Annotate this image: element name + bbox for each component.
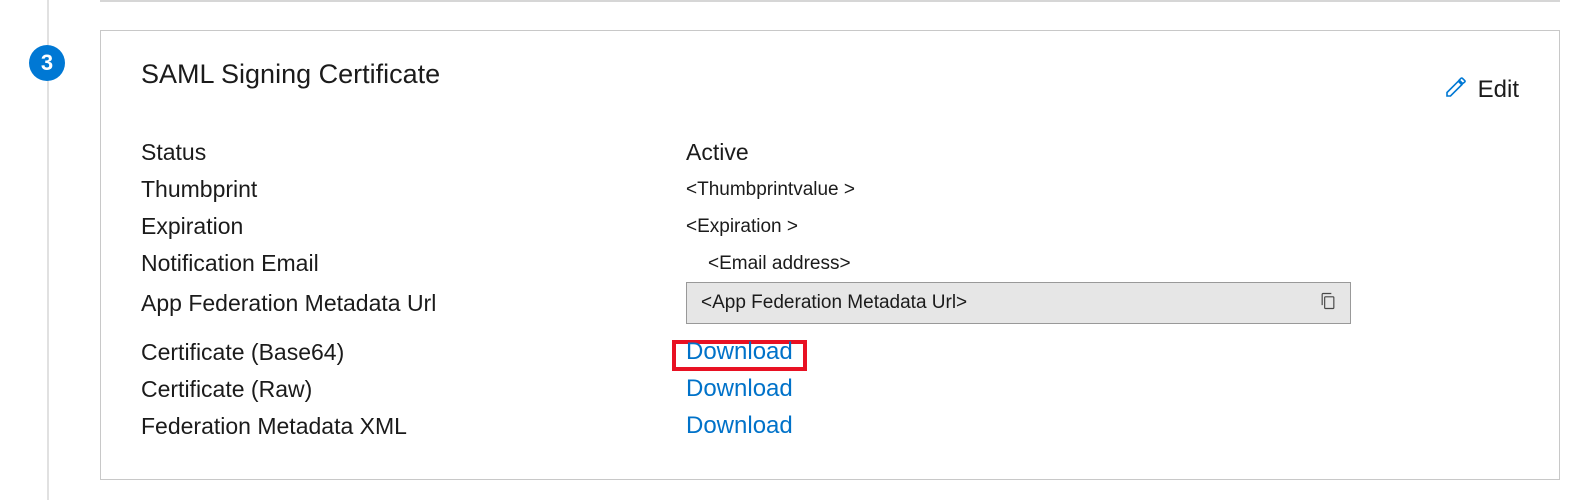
value-expiration: <Expiration > — [686, 216, 798, 238]
field-rows: Status Active Thumbprint <Thumbprintvalu… — [141, 134, 1519, 445]
label-status: Status — [141, 139, 686, 166]
value-notification-email: <Email address> — [708, 253, 851, 275]
step-badge: 3 — [29, 45, 65, 81]
label-metadata-url: App Federation Metadata Url — [141, 290, 686, 317]
metadata-url-input[interactable]: <App Federation Metadata Url> — [686, 282, 1351, 324]
row-cert-base64: Certificate (Base64) Download — [141, 334, 1519, 371]
card-header: SAML Signing Certificate Edit — [141, 59, 1519, 104]
label-cert-raw: Certificate (Raw) — [141, 376, 686, 403]
label-thumbprint: Thumbprint — [141, 176, 686, 203]
download-cert-raw-link[interactable]: Download — [686, 375, 793, 404]
row-notification-email: Notification Email <Email address> — [141, 245, 1519, 282]
edit-button[interactable]: Edit — [1444, 75, 1519, 104]
row-expiration: Expiration <Expiration > — [141, 208, 1519, 245]
label-cert-base64: Certificate (Base64) — [141, 339, 686, 366]
pencil-icon — [1444, 75, 1468, 104]
row-thumbprint: Thumbprint <Thumbprintvalue > — [141, 171, 1519, 208]
row-status: Status Active — [141, 134, 1519, 171]
download-cert-base64-link[interactable]: Download — [686, 338, 793, 367]
edit-label: Edit — [1478, 76, 1519, 104]
copy-icon — [1318, 290, 1338, 317]
row-cert-raw: Certificate (Raw) Download — [141, 371, 1519, 408]
label-fed-xml: Federation Metadata XML — [141, 413, 686, 440]
panel-divider — [100, 0, 1560, 2]
card-title: SAML Signing Certificate — [141, 59, 440, 90]
copy-button[interactable] — [1314, 289, 1342, 317]
label-notification-email: Notification Email — [141, 250, 686, 277]
step-number: 3 — [41, 50, 53, 76]
row-fed-xml: Federation Metadata XML Download — [141, 408, 1519, 445]
value-status: Active — [686, 139, 749, 166]
highlight-box: Download — [672, 340, 807, 371]
row-metadata-url: App Federation Metadata Url <App Federat… — [141, 282, 1519, 324]
value-thumbprint: <Thumbprintvalue > — [686, 179, 855, 201]
label-expiration: Expiration — [141, 213, 686, 240]
value-metadata-url: <App Federation Metadata Url> — [701, 292, 1314, 314]
saml-certificate-card: SAML Signing Certificate Edit Status Act… — [100, 30, 1560, 480]
download-fed-xml-link[interactable]: Download — [686, 412, 793, 441]
